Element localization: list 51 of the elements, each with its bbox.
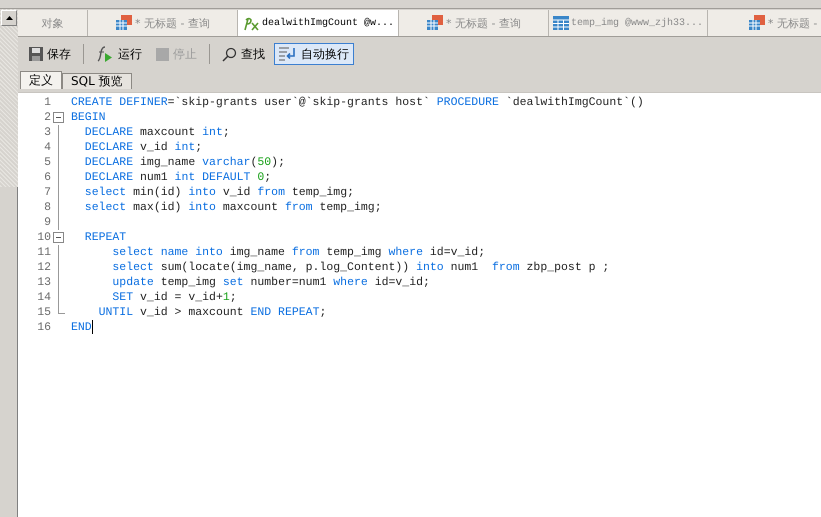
code-line: END <box>71 320 93 335</box>
scroll-up-button[interactable] <box>1 10 17 26</box>
code-line: DECLARE v_id int; <box>84 141 202 154</box>
line-number: 6 <box>43 171 51 184</box>
line-number: 12 <box>36 261 51 274</box>
code-line: SET v_id = v_id+1; <box>111 291 237 304</box>
code-line: REPEAT <box>84 231 126 244</box>
up-arrow-icon <box>6 16 12 20</box>
line-number: 5 <box>43 156 51 169</box>
code-line: CREATE DEFINER=`skip-grants user`@`skip-grants host` PROCEDURE `dealwithImgCount`() <box>71 96 644 109</box>
code-line: BEGIN <box>71 111 106 124</box>
search-icon <box>222 46 237 62</box>
find-button[interactable]: 查找 <box>217 43 270 65</box>
line-number: 8 <box>43 201 51 214</box>
run-function-icon <box>96 46 114 62</box>
editor-tab[interactable]: 定义 <box>20 71 62 89</box>
code-line: select sum(locate(img_name, p.log_Content)) into num1 from zbp_post p ; <box>111 261 610 274</box>
table-icon <box>748 15 766 31</box>
code-line: update temp_img set number=num1 where id=v_id; <box>111 276 430 289</box>
fold-toggle-icon[interactable] <box>53 112 64 123</box>
save-button[interactable]: 保存 <box>24 43 76 65</box>
run-button[interactable]: 运行 <box>91 43 147 65</box>
line-number: 7 <box>43 186 51 199</box>
editor-tab[interactable]: SQL 预览 <box>62 73 132 89</box>
function-icon <box>242 16 260 30</box>
wrap-button[interactable]: 自动换行 <box>274 43 354 65</box>
document-tab[interactable]: dealwithImgCount @w... <box>238 10 400 36</box>
code-line: DECLARE img_name varchar(50); <box>84 156 285 169</box>
line-number: 14 <box>36 291 51 304</box>
line-number: 13 <box>36 276 51 289</box>
code-line: DECLARE num1 int DEFAULT 0; <box>84 171 272 184</box>
stop-icon <box>156 48 169 60</box>
line-number: 4 <box>43 141 51 154</box>
code-line: select max(id) into maxcount from temp_img; <box>84 201 382 214</box>
code-line: select name into img_name from temp_img where id=v_id; <box>111 246 486 259</box>
line-number: 11 <box>36 246 51 259</box>
code-line: select min(id) into v_id from temp_img; <box>84 186 354 199</box>
line-number: 3 <box>43 126 51 139</box>
line-number: 16 <box>36 321 51 334</box>
table-icon <box>115 15 134 31</box>
line-number: 2 <box>43 111 51 124</box>
line-number: 9 <box>43 216 51 229</box>
line-number: 10 <box>36 231 51 244</box>
line-number: 15 <box>36 306 51 319</box>
fold-toggle-icon[interactable] <box>53 232 64 243</box>
line-number: 1 <box>43 96 51 109</box>
table-icon <box>426 15 444 31</box>
code-line: DECLARE maxcount int; <box>84 126 230 139</box>
table-icon <box>553 16 570 30</box>
code-line: UNTIL v_id > maxcount END REPEAT; <box>98 306 326 319</box>
word-wrap-icon <box>279 47 297 61</box>
